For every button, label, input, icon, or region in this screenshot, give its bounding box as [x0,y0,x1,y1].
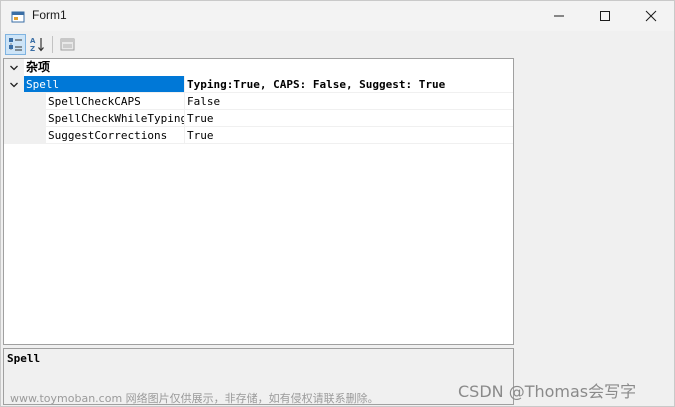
property-row-suggestcorrections[interactable]: SuggestCorrections True [4,127,513,144]
property-value[interactable]: False [185,93,513,110]
maximize-icon [600,11,610,21]
property-row-spellcheckwhiletyping[interactable]: SpellCheckWhileTyping True [4,110,513,127]
toolbar-separator [52,36,53,53]
svg-text:Z: Z [30,45,35,53]
form1-window: Form1 A Z 杂项 Spell Typing:True, CAPS: Fa… [0,0,675,407]
app-icon [11,9,25,23]
minimize-icon [554,15,564,17]
property-grid[interactable]: 杂项 Spell Typing:True, CAPS: False, Sugge… [3,58,514,345]
window-title: Form1 [32,8,67,22]
categorized-view-icon [9,38,22,51]
minimize-button[interactable] [536,1,582,31]
category-row[interactable]: 杂项 [4,59,513,76]
svg-text:A: A [30,37,36,45]
help-title: Spell [7,352,41,365]
category-label: 杂项 [26,60,51,74]
property-value[interactable]: Typing:True, CAPS: False, Suggest: True [185,76,513,93]
alphabetical-sort-icon: A Z [30,37,44,53]
close-button[interactable] [628,1,674,31]
property-pages-icon [60,38,75,51]
property-pages-button[interactable] [57,34,78,55]
spell-expander[interactable] [4,76,24,93]
property-grid-toolbar: A Z [2,31,514,57]
maximize-button[interactable] [582,1,628,31]
close-icon [645,10,657,22]
chevron-down-icon [10,65,18,70]
property-name[interactable]: SuggestCorrections [48,127,184,144]
property-name[interactable]: Spell [24,76,184,93]
category-expander[interactable] [4,59,24,76]
property-name[interactable]: SpellCheckWhileTyping [48,110,184,127]
property-row-spell[interactable]: Spell Typing:True, CAPS: False, Suggest:… [4,76,513,93]
property-row-spellcheckcaps[interactable]: SpellCheckCAPS False [4,93,513,110]
property-value[interactable]: True [185,110,513,127]
categorized-view-button[interactable] [5,34,26,55]
property-name[interactable]: SpellCheckCAPS [48,93,184,110]
watermark-left: www.toymoban.com 网络图片仅供展示，非存储，如有侵权请联系删除。 [10,392,379,405]
alphabetical-sort-button[interactable]: A Z [27,34,48,55]
chevron-down-icon [10,82,18,87]
watermark-right: CSDN @Thomas会写字 [458,382,637,401]
property-value[interactable]: True [185,127,513,144]
title-bar[interactable]: Form1 [1,1,674,31]
